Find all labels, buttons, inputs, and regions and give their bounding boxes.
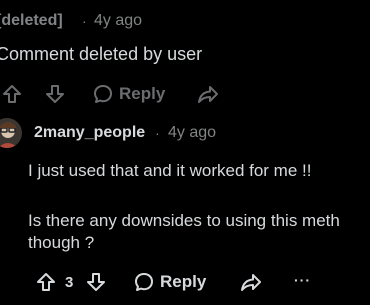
deleted-comment: [deleted] · 4y ago Comment deleted by us… <box>0 0 370 110</box>
share-icon[interactable] <box>197 84 219 104</box>
deleted-reply-button[interactable]: Reply <box>119 84 165 104</box>
comment-age: 4y ago <box>168 124 217 141</box>
upvote-icon[interactable] <box>36 272 56 292</box>
comment-body-line-3: though ? <box>28 233 95 252</box>
reply-icon[interactable] <box>93 84 113 104</box>
meta-separator: · <box>155 125 160 141</box>
upvote-icon[interactable] <box>2 84 22 104</box>
reply-comment: 2many_people · 4y ago I just used that a… <box>0 110 370 305</box>
comment-body-line-1: I just used that and it worked for me !! <box>28 161 312 180</box>
downvote-icon[interactable] <box>45 84 65 104</box>
meta-separator: · <box>82 13 87 29</box>
more-options-button[interactable]: ··· <box>294 272 311 288</box>
downvote-icon[interactable] <box>86 272 106 292</box>
deleted-comment-author: [deleted] <box>0 12 63 29</box>
share-icon[interactable] <box>240 272 262 292</box>
deleted-comment-age: 4y ago <box>94 12 143 29</box>
comment-author[interactable]: 2many_people <box>34 124 145 142</box>
reply-button[interactable]: Reply <box>160 272 206 292</box>
vote-count: 3 <box>65 274 74 291</box>
reply-icon[interactable] <box>134 272 154 292</box>
deleted-comment-body: Comment deleted by user <box>0 44 203 64</box>
avatar[interactable] <box>0 118 22 148</box>
